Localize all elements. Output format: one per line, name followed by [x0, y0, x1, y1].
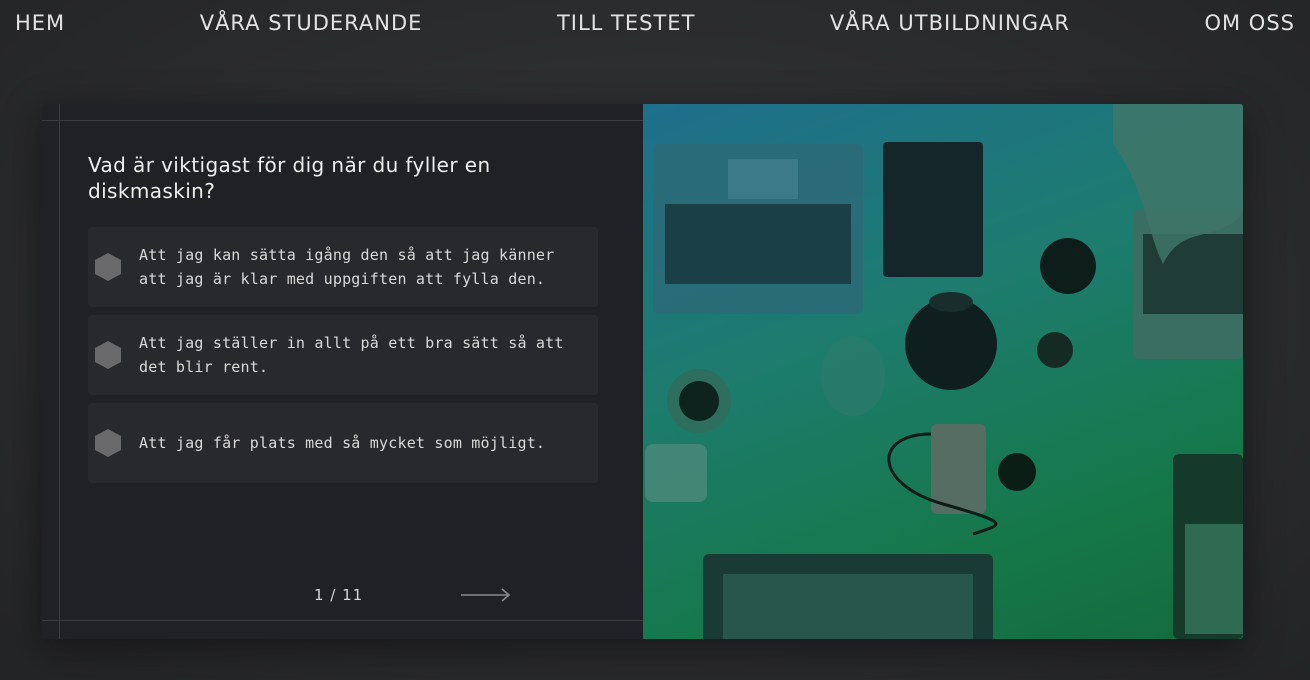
hexagon-icon — [95, 253, 121, 281]
hexagon-icon — [95, 429, 121, 457]
question-text: Vad är viktigast för dig när du fyller e… — [88, 153, 491, 203]
answer-option-label: Att jag ställer in allt på ett bra sätt … — [139, 334, 564, 376]
next-arrow-button[interactable] — [460, 587, 512, 607]
answer-option-label: Att jag kan sätta igång den så att jag k… — [139, 246, 555, 288]
main-nav: HEM VÅRA STUDERANDE TILL TESTET VÅRA UTB… — [0, 0, 1310, 46]
desk-illustration — [645, 104, 1243, 639]
nav-link-om-oss[interactable]: OM OSS — [1204, 11, 1295, 35]
nav-link-till-testet[interactable]: TILL TESTET — [557, 11, 695, 35]
answer-option-1[interactable]: Att jag kan sätta igång den så att jag k… — [88, 227, 598, 307]
frame-line-top — [42, 120, 643, 121]
arrow-right-icon — [461, 588, 511, 602]
quiz-card: Vad är viktigast för dig när du fyller e… — [42, 104, 1243, 639]
quiz-panel: Vad är viktigast för dig när du fyller e… — [42, 104, 643, 639]
nav-link-vara-studerande[interactable]: VÅRA STUDERANDE — [200, 11, 423, 35]
frame-line-vertical — [59, 104, 60, 639]
frame-line-bottom — [42, 620, 643, 621]
workspace-photo — [643, 104, 1243, 639]
answer-option-3[interactable]: Att jag får plats med så mycket som möjl… — [88, 403, 598, 483]
nav-link-vara-utbildningar[interactable]: VÅRA UTBILDNINGAR — [830, 11, 1070, 35]
answer-options: Att jag kan sätta igång den så att jag k… — [88, 227, 598, 491]
page-counter: 1 / 11 — [314, 586, 364, 604]
answer-option-2[interactable]: Att jag ställer in allt på ett bra sätt … — [88, 315, 598, 395]
answer-option-label: Att jag får plats med så mycket som möjl… — [139, 434, 546, 452]
nav-link-hem[interactable]: HEM — [15, 11, 65, 35]
hexagon-icon — [95, 341, 121, 369]
